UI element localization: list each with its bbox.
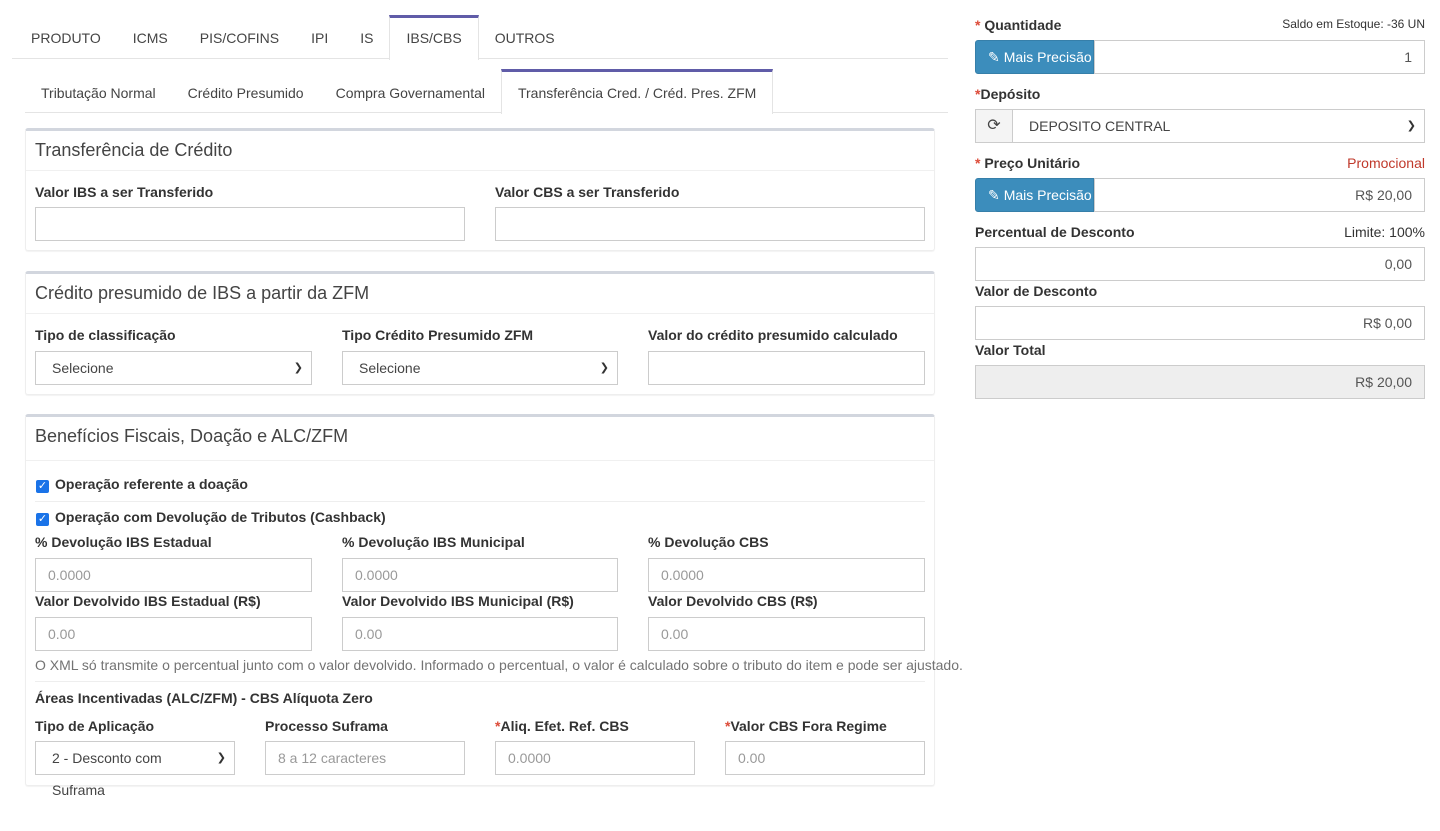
mais-precisao-quantidade-button[interactable]: ✎ Mais Precisão: [975, 40, 1094, 74]
mais-precisao-label: Mais Precisão: [1003, 187, 1092, 203]
dev-ibs-municipal-input[interactable]: 0.0000: [342, 558, 618, 592]
beneficios-title: Benefícios Fiscais, Doação e ALC/ZFM: [26, 417, 934, 461]
aliq-efet-input[interactable]: 0.0000: [495, 741, 695, 775]
quantidade-input[interactable]: 1: [1094, 40, 1425, 74]
help-text: O XML só transmite o percentual junto co…: [35, 657, 963, 673]
pencil-icon: ✎: [988, 187, 1000, 203]
preco-unitario-text: Preço Unitário: [984, 155, 1081, 171]
aliq-efet-text: Aliq. Efet. Ref. CBS: [500, 718, 629, 734]
mais-precisao-preco-button[interactable]: ✎ Mais Precisão: [975, 178, 1094, 212]
zfm-box: Crédito presumido de IBS a partir da ZFM…: [25, 271, 935, 395]
cashback-checkbox[interactable]: ✓: [36, 513, 49, 526]
tipo-classificacao-label: Tipo de classificação: [35, 327, 176, 343]
tipo-classificacao-value: Selecione: [52, 360, 114, 376]
mais-precisao-label: Mais Precisão: [1003, 49, 1092, 65]
dev-ibs-estadual-label: % Devolução IBS Estadual: [35, 534, 212, 550]
val-ibs-municipal-label: Valor Devolvido IBS Municipal (R$): [342, 593, 574, 609]
pencil-icon: ✎: [988, 49, 1000, 65]
limite-text: Limite: 100%: [1344, 224, 1425, 240]
val-ibs-estadual-input[interactable]: 0.00: [35, 617, 312, 651]
tipo-credito-zfm-select[interactable]: Selecione ❯: [342, 351, 618, 385]
dev-cbs-label: % Devolução CBS: [648, 534, 769, 550]
valor-cbs-fora-regime-input[interactable]: 0.00: [725, 741, 925, 775]
processo-suframa-label: Processo Suframa: [265, 718, 388, 734]
percentual-desconto-label: Percentual de Desconto: [975, 224, 1135, 240]
dev-cbs-input[interactable]: 0.0000: [648, 558, 925, 592]
transferencia-title: Transferência de Crédito: [26, 131, 934, 171]
chevron-down-icon: ❯: [599, 362, 609, 374]
beneficios-box: Benefícios Fiscais, Doação e ALC/ZFM ✓ O…: [25, 414, 963, 798]
divider: [35, 681, 925, 682]
percentual-desconto-input[interactable]: 0,00: [975, 247, 1425, 281]
tab-is[interactable]: IS: [344, 15, 389, 59]
main-tabs: PRODUTO ICMS PIS/COFINS IPI IS IBS/CBS O…: [12, 15, 948, 60]
quantidade-text: Quantidade: [984, 17, 1062, 33]
valor-credito-calc-input[interactable]: [648, 351, 925, 385]
valor-credito-calc-label: Valor do crédito presumido calculado: [648, 327, 898, 343]
dev-ibs-municipal-label: % Devolução IBS Municipal: [342, 534, 525, 550]
preco-unitario-input[interactable]: R$ 20,00: [1094, 178, 1425, 212]
deposito-text: Depósito: [980, 86, 1041, 102]
deposito-select[interactable]: DEPOSITO CENTRAL ❯: [1012, 109, 1425, 143]
tipo-credito-zfm-label: Tipo Crédito Presumido ZFM: [342, 327, 534, 343]
tab-ibs-cbs[interactable]: IBS/CBS: [389, 15, 479, 60]
cashback-label: Operação com Devolução de Tributos (Cash…: [55, 509, 386, 525]
tab-compra-governamental[interactable]: Compra Governamental: [320, 69, 501, 113]
val-cbs-input[interactable]: 0.00: [648, 617, 925, 651]
tipo-classificacao-select[interactable]: Selecione ❯: [35, 351, 312, 385]
tipo-credito-zfm-value: Selecione: [359, 360, 421, 376]
processo-suframa-input[interactable]: 8 a 12 caracteres: [265, 741, 465, 775]
cbs-transferido-input[interactable]: [495, 207, 925, 241]
divider: [35, 501, 925, 502]
doacao-label: Operação referente a doação: [55, 476, 248, 492]
valor-total-input: R$ 20,00: [975, 365, 1425, 399]
ibs-transferido-label: Valor IBS a ser Transferido: [35, 184, 214, 200]
tab-produto[interactable]: PRODUTO: [12, 15, 117, 59]
ibs-transferido-input[interactable]: [35, 207, 465, 241]
chevron-down-icon: ❯: [293, 362, 303, 374]
val-ibs-estadual-label: Valor Devolvido IBS Estadual (R$): [35, 593, 261, 609]
tab-credito-presumido[interactable]: Crédito Presumido: [172, 69, 320, 113]
valor-cbs-fora-regime-text: Valor CBS Fora Regime: [730, 718, 887, 734]
promocional-badge: Promocional: [1347, 155, 1425, 171]
chevron-down-icon: ❯: [1406, 120, 1416, 132]
refresh-icon: ⟳: [987, 117, 1001, 134]
sub-tabs: Tributação Normal Crédito Presumido Comp…: [25, 69, 948, 114]
aliq-efet-label: *Aliq. Efet. Ref. CBS: [495, 718, 629, 734]
val-ibs-municipal-input[interactable]: 0.00: [342, 617, 618, 651]
required-asterisk: *: [975, 17, 981, 33]
doacao-checkbox[interactable]: ✓: [36, 480, 49, 493]
zfm-title: Crédito presumido de IBS a partir da ZFM: [26, 274, 934, 314]
valor-cbs-fora-regime-label: *Valor CBS Fora Regime: [725, 718, 887, 734]
tab-tributacao-normal[interactable]: Tributação Normal: [25, 69, 172, 113]
valor-desconto-label: Valor de Desconto: [975, 283, 1098, 299]
deposito-label: *Depósito: [975, 86, 1040, 102]
tab-ipi[interactable]: IPI: [295, 15, 344, 59]
dev-ibs-estadual-input[interactable]: 0.0000: [35, 558, 312, 592]
preco-unitario-label: * Preço Unitário: [975, 155, 1080, 171]
val-cbs-label: Valor Devolvido CBS (R$): [648, 593, 818, 609]
tab-icms[interactable]: ICMS: [117, 15, 184, 59]
chevron-down-icon: ❯: [216, 752, 226, 764]
required-asterisk: *: [975, 155, 981, 171]
quantidade-label: * Quantidade: [975, 17, 1061, 33]
refresh-button[interactable]: ⟳: [975, 109, 1013, 143]
tipo-aplicacao-label: Tipo de Aplicação: [35, 718, 155, 734]
cbs-transferido-label: Valor CBS a ser Transferido: [495, 184, 680, 200]
tipo-aplicacao-select[interactable]: 2 - Desconto com Suframa ❯: [35, 741, 235, 798]
valor-desconto-input[interactable]: R$ 0,00: [975, 306, 1425, 340]
areas-incentivadas-label: Áreas Incentivadas (ALC/ZFM) - CBS Alíqu…: [35, 690, 373, 706]
saldo-estoque: Saldo em Estoque: -36 UN: [1282, 17, 1425, 31]
deposito-value: DEPOSITO CENTRAL: [1029, 118, 1171, 134]
tab-transferencia-cred[interactable]: Transferência Cred. / Créd. Pres. ZFM: [500, 69, 774, 114]
tipo-aplicacao-value: 2 - Desconto com Suframa: [52, 750, 162, 798]
tab-pis-cofins[interactable]: PIS/COFINS: [184, 15, 295, 59]
transferencia-box: Transferência de Crédito Valor IBS a ser…: [25, 128, 935, 251]
valor-total-label: Valor Total: [975, 342, 1046, 358]
tab-outros[interactable]: OUTROS: [479, 15, 571, 59]
